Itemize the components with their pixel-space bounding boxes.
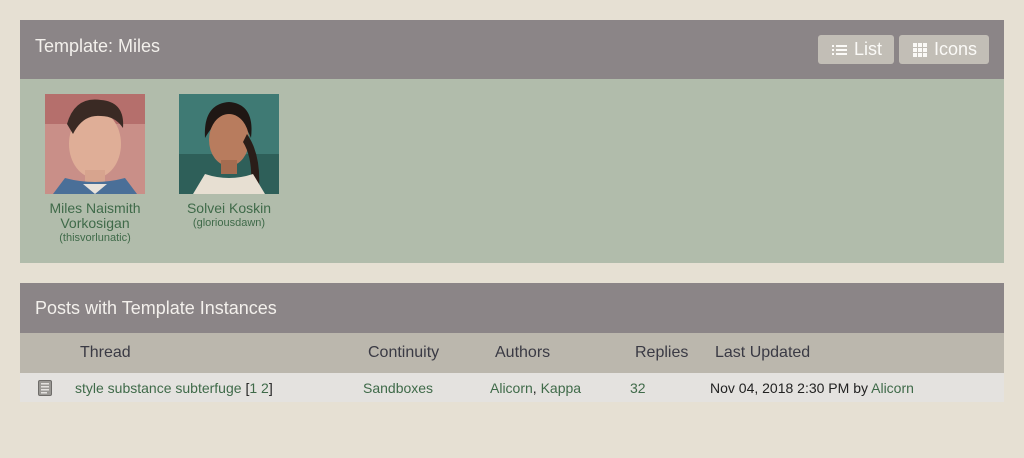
character-user[interactable]: (thisvorlunatic)	[20, 232, 170, 245]
grid-icon	[912, 42, 927, 57]
character-user[interactable]: (gloriousdawn)	[154, 217, 304, 230]
author-link[interactable]: Kappa	[541, 380, 581, 396]
last-updated-cell: Nov 04, 2018 2:30 PM by Alicorn	[710, 380, 914, 396]
template-panel: Template: Miles List Icons Miles Naismit…	[20, 20, 1004, 263]
column-replies: Replies	[635, 344, 689, 361]
icons-view-button[interactable]: Icons	[898, 35, 989, 64]
table-row: style substance subterfuge [1 2] Sandbox…	[20, 373, 1004, 402]
list-view-button[interactable]: List	[817, 35, 894, 64]
replies-link[interactable]: 32	[630, 380, 646, 396]
last-updated-author-link[interactable]: Alicorn	[871, 380, 914, 396]
icons-view-label: Icons	[933, 39, 977, 59]
template-header: Template: Miles List Icons	[20, 20, 1004, 79]
posts-title: Posts with Template Instances	[35, 298, 277, 318]
page-title: Template: Miles	[35, 36, 161, 56]
page-link-2[interactable]: 2	[261, 380, 269, 396]
character-name[interactable]: Solvei Koskin	[154, 201, 304, 216]
authors-cell: Alicorn, Kappa	[490, 380, 582, 396]
view-toggle: List Icons	[817, 35, 989, 64]
table-header: Thread Continuity Authors Replies Last U…	[20, 333, 1004, 373]
continuity-link[interactable]: Sandboxes	[363, 380, 433, 396]
list-view-label: List	[853, 39, 882, 59]
thread-icon[interactable]	[38, 380, 52, 396]
thread-cell: style substance subterfuge [1 2]	[75, 380, 273, 396]
character-avatar[interactable]	[179, 94, 279, 194]
character-card: Miles Naismith Vorkosigan (thisvorlunati…	[20, 94, 170, 245]
posts-panel: Posts with Template Instances Thread Con…	[20, 283, 1004, 402]
posts-header: Posts with Template Instances	[20, 283, 1004, 333]
column-continuity: Continuity	[368, 344, 440, 361]
column-authors: Authors	[495, 344, 551, 361]
character-card: Solvei Koskin (gloriousdawn)	[154, 94, 304, 230]
column-thread: Thread	[80, 344, 131, 361]
list-icon	[831, 44, 847, 55]
character-list: Miles Naismith Vorkosigan (thisvorlunati…	[20, 79, 1004, 263]
thread-link[interactable]: style substance subterfuge	[75, 380, 242, 396]
character-name[interactable]: Miles Naismith Vorkosigan	[20, 201, 170, 231]
character-avatar[interactable]	[45, 94, 145, 194]
column-last-updated: Last Updated	[715, 344, 811, 361]
author-link[interactable]: Alicorn	[490, 380, 533, 396]
page-link-1[interactable]: 1	[249, 380, 257, 396]
